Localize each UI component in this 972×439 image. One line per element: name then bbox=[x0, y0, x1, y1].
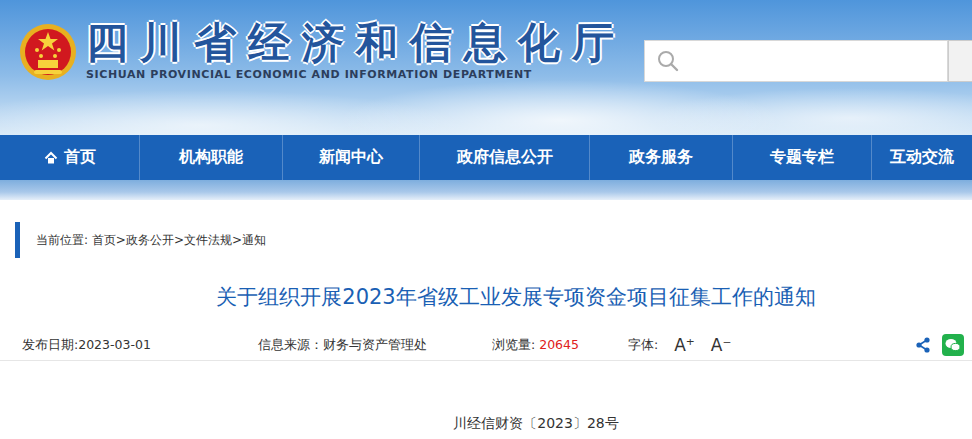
font-size-controls: 字体:A⁺A⁻ bbox=[628, 335, 731, 355]
home-icon bbox=[44, 151, 58, 165]
breadcrumb-marker bbox=[15, 222, 20, 258]
search-button[interactable] bbox=[948, 40, 972, 82]
nav-item[interactable]: 机构职能 bbox=[140, 135, 283, 180]
view-count: 浏览量: 20645 bbox=[492, 337, 628, 354]
share-icon[interactable] bbox=[914, 336, 932, 354]
nav-item[interactable]: 政务服务 bbox=[590, 135, 733, 180]
nav-item[interactable]: 新闻中心 bbox=[283, 135, 420, 180]
site-subtitle: SICHUAN PROVINCIAL ECONOMIC AND INFORMAT… bbox=[86, 68, 626, 81]
font-size-button[interactable]: A⁻ bbox=[711, 335, 732, 355]
main-nav: 首页机构职能新闻中心政府信息公开政务服务专题专栏互动交流 bbox=[0, 135, 972, 180]
wechat-icon[interactable] bbox=[942, 334, 964, 356]
breadcrumb-path[interactable]: 当前位置: 首页>政务公开>文件法规>通知 bbox=[36, 232, 266, 249]
publish-date: 发布日期:2023-03-01 bbox=[22, 337, 258, 354]
nav-item[interactable]: 首页 bbox=[0, 135, 140, 180]
brand[interactable]: 四川省经济和信息化厅 SICHUAN PROVINCIAL ECONOMIC AN… bbox=[0, 0, 644, 82]
search-bar bbox=[644, 40, 972, 82]
share-tools bbox=[914, 334, 964, 356]
nav-item[interactable]: 政府信息公开 bbox=[420, 135, 590, 180]
nav-item[interactable]: 专题专栏 bbox=[733, 135, 872, 180]
article-title: 关于组织开展2023年省级工业发展专项资金项目征集工作的通知 bbox=[0, 282, 972, 312]
page: 四川省经济和信息化厅 SICHUAN PROVINCIAL ECONOMIC AN… bbox=[0, 0, 972, 439]
site-title: 四川省经济和信息化厅 bbox=[86, 20, 626, 66]
national-emblem-icon bbox=[18, 22, 78, 82]
info-source: 信息来源：财务与资产管理处 bbox=[258, 337, 492, 354]
breadcrumb: 当前位置: 首页>政务公开>文件法规>通知 bbox=[15, 222, 972, 258]
nav-strip bbox=[0, 180, 972, 200]
magnifier-icon bbox=[657, 50, 679, 72]
site-header: 四川省经济和信息化厅 SICHUAN PROVINCIAL ECONOMIC AN… bbox=[0, 0, 972, 135]
article-meta: 发布日期:2023-03-01信息来源：财务与资产管理处浏览量: 20645字体… bbox=[0, 330, 972, 361]
font-size-button[interactable]: A⁺ bbox=[674, 335, 695, 355]
nav-item[interactable]: 互动交流 bbox=[872, 135, 972, 180]
search-input[interactable] bbox=[644, 40, 948, 82]
document-number: 川经信财资〔2023〕28号 bbox=[0, 415, 972, 433]
